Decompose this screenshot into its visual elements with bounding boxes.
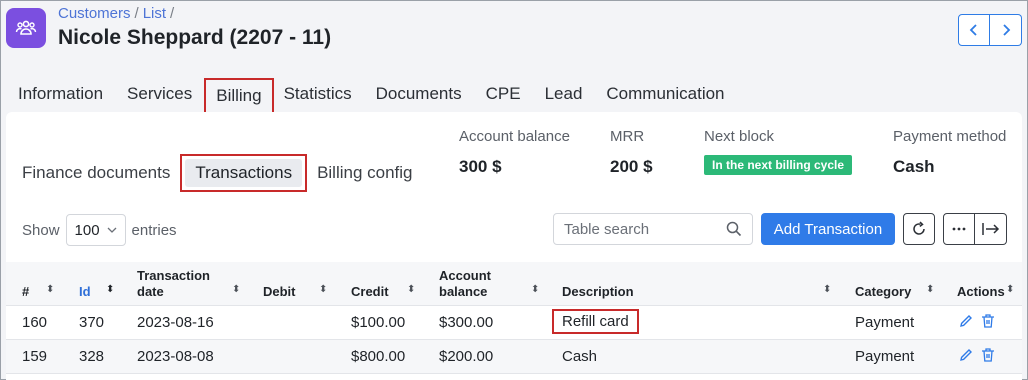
payment-method-value: Cash: [893, 157, 935, 176]
col-actions: Actions: [957, 284, 1005, 299]
billing-card: Finance documents Transactions Billing c…: [6, 112, 1022, 380]
subtab-transactions[interactable]: Transactions: [180, 154, 308, 192]
next-block-label: Next block: [704, 128, 775, 145]
sort-icon[interactable]: ⬍: [926, 284, 934, 295]
table-row[interactable]: 159 328 2023-08-08 $800.00 $200.00 Cash …: [6, 340, 1022, 374]
chevron-down-icon: [107, 227, 116, 233]
cell-category: Payment: [855, 314, 915, 331]
show-label: Show: [22, 221, 60, 239]
stat-next-block: Next block In the next billing cycle: [704, 128, 853, 175]
sort-icon[interactable]: ⬍: [1006, 284, 1014, 295]
payment-method-label: Payment method: [893, 128, 1007, 145]
refresh-icon: [913, 221, 925, 235]
cell-date: 2023-08-08: [137, 348, 214, 365]
tab-billing[interactable]: Billing: [204, 78, 274, 114]
row-actions: [958, 347, 996, 363]
customers-icon[interactable]: [6, 8, 46, 48]
col-description[interactable]: Description: [562, 262, 634, 306]
transactions-table: # ⬍ Id ⬍ Transaction date ⬍ Debit ⬍ Cred…: [6, 262, 1022, 374]
refresh-button[interactable]: [903, 213, 935, 245]
previous-record-button[interactable]: [958, 14, 990, 46]
cell-credit: $100.00: [351, 314, 406, 331]
row-actions: [958, 313, 996, 329]
sort-icon[interactable]: ⬍: [106, 284, 114, 295]
subtab-transactions-label: Transactions: [185, 159, 303, 187]
sort-icon[interactable]: ⬍: [407, 284, 415, 295]
cell-id: 328: [79, 348, 105, 365]
billing-sub-tabs: Finance documents Transactions Billing c…: [22, 154, 423, 192]
sort-icon[interactable]: ⬍: [319, 284, 327, 295]
trash-icon[interactable]: [980, 313, 996, 329]
sort-icon[interactable]: ⬍: [531, 284, 539, 295]
edit-icon[interactable]: [958, 313, 974, 329]
stat-payment-method: Payment method Cash: [893, 128, 1006, 177]
cell-category: Payment: [855, 348, 915, 365]
trash-icon[interactable]: [980, 347, 996, 363]
cell-num: 160: [22, 314, 48, 331]
sort-icon[interactable]: ⬍: [823, 284, 831, 295]
cell-num: 159: [22, 348, 48, 365]
table-row[interactable]: 160 370 2023-08-16 $100.00 $300.00 Refil…: [6, 306, 1022, 340]
next-block-badge: In the next billing cycle: [704, 155, 853, 175]
cell-id: 370: [79, 314, 105, 331]
mrr-value: 200 $: [610, 157, 653, 176]
next-record-button[interactable]: [990, 14, 1022, 46]
record-navigation: [958, 14, 1022, 46]
subtab-finance-documents[interactable]: Finance documents: [22, 163, 170, 183]
entries-select[interactable]: 100: [65, 214, 126, 246]
col-id[interactable]: Id: [79, 262, 91, 306]
breadcrumb-customers[interactable]: Customers: [58, 5, 131, 22]
breadcrumb-list[interactable]: List: [143, 5, 166, 22]
col-num[interactable]: #: [22, 262, 29, 306]
add-transaction-button[interactable]: Add Transaction: [761, 213, 895, 245]
export-icon: [981, 223, 999, 235]
table-search-input[interactable]: Table search: [553, 213, 753, 245]
chevron-left-icon: [969, 24, 977, 36]
cell-description: Refill card: [552, 309, 639, 334]
col-account-balance[interactable]: Account balance: [439, 262, 509, 306]
cell-description: Cash: [562, 348, 598, 365]
page-title: Nicole Sheppard (2207 - 11): [58, 26, 332, 49]
cell-credit: $800.00: [351, 348, 406, 365]
mrr-label: MRR: [610, 128, 645, 145]
table-options-group: [943, 213, 1007, 245]
col-debit[interactable]: Debit: [263, 262, 296, 306]
breadcrumb: Customers / List /: [58, 5, 175, 22]
col-credit[interactable]: Credit: [351, 262, 389, 306]
subtab-billing-config[interactable]: Billing config: [317, 163, 412, 183]
table-search-placeholder: Table search: [564, 220, 650, 238]
cell-date: 2023-08-16: [137, 314, 214, 331]
cell-balance: $300.00: [439, 314, 494, 331]
more-options-button[interactable]: [943, 213, 975, 245]
entries-value: 100: [74, 221, 100, 239]
col-transaction-date[interactable]: Transaction date: [137, 262, 217, 306]
account-balance-label: Account balance: [459, 128, 570, 145]
stat-mrr: MRR 200 $: [610, 128, 653, 177]
entries-label: entries: [131, 221, 177, 239]
search-icon: [726, 221, 742, 237]
cell-balance: $200.00: [439, 348, 494, 365]
stat-account-balance: Account balance 300 $: [459, 128, 570, 177]
col-category[interactable]: Category: [855, 262, 911, 306]
chevron-right-icon: [1002, 24, 1010, 36]
sort-icon[interactable]: ⬍: [46, 284, 54, 295]
edit-icon[interactable]: [958, 347, 974, 363]
table-header: # ⬍ Id ⬍ Transaction date ⬍ Debit ⬍ Cred…: [6, 262, 1022, 306]
export-button[interactable]: [975, 213, 1007, 245]
sort-icon[interactable]: ⬍: [232, 284, 240, 295]
entries-control: Show 100 entries: [22, 214, 177, 246]
more-icon: [952, 227, 966, 231]
account-balance-value: 300 $: [459, 157, 502, 176]
